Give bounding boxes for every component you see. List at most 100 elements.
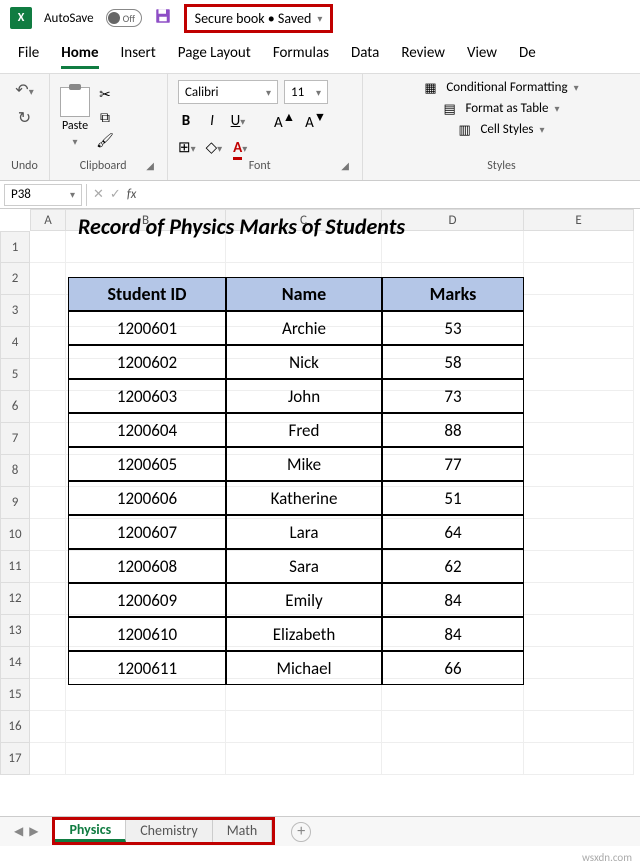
decrease-font-icon[interactable]: A▼ [305,110,326,132]
table-cell[interactable]: 51 [382,481,524,515]
row-header[interactable]: 2 [0,263,30,295]
row-header[interactable]: 4 [0,327,30,359]
col-header-a[interactable]: A [30,209,66,231]
fill-color-button[interactable]: ◇▾ [206,138,223,157]
table-header-id[interactable]: Student ID [68,277,226,311]
table-cell[interactable]: 88 [382,413,524,447]
sheet-tab-chemistry[interactable]: Chemistry [126,820,212,842]
name-box[interactable]: P38▾ [4,184,82,206]
table-cell[interactable]: Nick [226,345,382,379]
table-cell[interactable]: 1200601 [68,311,226,345]
table-cell[interactable]: 58 [382,345,524,379]
cell[interactable] [524,327,634,359]
row-header[interactable]: 3 [0,295,30,327]
undo-icon[interactable]: ↶▾ [15,80,33,100]
cell[interactable] [30,679,66,711]
tab-formulas[interactable]: Formulas [273,44,329,69]
table-cell[interactable]: 1200608 [68,549,226,583]
cell[interactable] [30,743,66,775]
cell[interactable] [524,231,634,263]
row-header[interactable]: 6 [0,391,30,423]
cell[interactable] [30,295,66,327]
cancel-formula-icon[interactable]: ✕ [93,187,104,202]
cell[interactable] [30,391,66,423]
cell[interactable] [30,487,66,519]
cell[interactable] [524,359,634,391]
table-cell[interactable]: Mike [226,447,382,481]
format-painter-icon[interactable]: 🖌 [96,132,114,149]
conditional-formatting-button[interactable]: ▦Conditional Formatting▾ [424,80,578,95]
cell[interactable] [524,711,634,743]
sheet-nav-prev-icon[interactable]: ◀ [14,824,23,839]
col-header-e[interactable]: E [524,209,634,231]
cell[interactable] [524,551,634,583]
font-name-select[interactable]: Calibri▾ [178,80,278,104]
cut-icon[interactable]: ✂ [96,86,114,103]
autosave-toggle[interactable]: Off [106,9,142,27]
row-header[interactable]: 11 [0,551,30,583]
cell[interactable] [30,327,66,359]
table-cell[interactable]: Archie [226,311,382,345]
chevron-down-icon[interactable]: ▾ [72,135,77,148]
table-cell[interactable]: 77 [382,447,524,481]
row-header[interactable]: 5 [0,359,30,391]
table-cell[interactable]: 84 [382,583,524,617]
cell[interactable] [30,455,66,487]
font-size-select[interactable]: 11▾ [284,80,328,104]
table-cell[interactable]: 1200604 [68,413,226,447]
cell[interactable] [30,583,66,615]
row-header[interactable]: 1 [0,231,30,263]
tab-home[interactable]: Home [61,44,98,69]
cell[interactable] [524,391,634,423]
cell[interactable] [524,583,634,615]
underline-button[interactable]: U▾ [230,112,246,130]
table-header-marks[interactable]: Marks [382,277,524,311]
row-header[interactable]: 13 [0,615,30,647]
tab-more[interactable]: De [519,44,536,69]
row-header[interactable]: 10 [0,519,30,551]
tab-file[interactable]: File [18,44,39,69]
bold-button[interactable]: B [178,112,194,130]
table-cell[interactable]: 62 [382,549,524,583]
table-cell[interactable]: 53 [382,311,524,345]
redo-icon[interactable]: ↻ [18,108,31,128]
table-cell[interactable]: Elizabeth [226,617,382,651]
row-header[interactable]: 12 [0,583,30,615]
cell[interactable] [524,743,634,775]
format-as-table-button[interactable]: ▤Format as Table▾ [443,101,559,116]
cell[interactable] [382,743,524,775]
clipboard-launcher-icon[interactable]: ◢ [146,159,157,172]
table-cell[interactable]: 73 [382,379,524,413]
table-cell[interactable]: 1200610 [68,617,226,651]
cell[interactable] [524,519,634,551]
cell[interactable] [226,743,382,775]
table-cell[interactable]: 1200606 [68,481,226,515]
cell[interactable] [66,743,226,775]
cell[interactable] [30,263,66,295]
formula-input[interactable] [142,184,640,206]
cell[interactable] [524,679,634,711]
cell[interactable] [30,647,66,679]
row-header[interactable]: 8 [0,455,30,487]
cell-styles-button[interactable]: ▥Cell Styles▾ [458,122,544,137]
borders-button[interactable]: ⊞▾ [178,138,196,157]
font-launcher-icon[interactable]: ◢ [341,159,352,172]
filename-dropdown[interactable]: Secure book • Saved ▾ [184,4,334,33]
table-cell[interactable]: Emily [226,583,382,617]
copy-icon[interactable]: ⧉ [96,109,114,126]
table-cell[interactable]: 84 [382,617,524,651]
row-header[interactable]: 15 [0,679,30,711]
cell[interactable] [30,359,66,391]
table-cell[interactable]: Michael [226,651,382,685]
table-cell[interactable]: Lara [226,515,382,549]
save-icon[interactable] [154,7,172,29]
font-color-button[interactable]: A▾ [232,139,248,157]
increase-font-icon[interactable]: A▲ [274,110,295,132]
table-cell[interactable]: 1200609 [68,583,226,617]
table-header-name[interactable]: Name [226,277,382,311]
table-cell[interactable]: 66 [382,651,524,685]
tab-view[interactable]: View [467,44,497,69]
table-cell[interactable]: 64 [382,515,524,549]
row-header[interactable]: 16 [0,711,30,743]
tab-review[interactable]: Review [401,44,445,69]
